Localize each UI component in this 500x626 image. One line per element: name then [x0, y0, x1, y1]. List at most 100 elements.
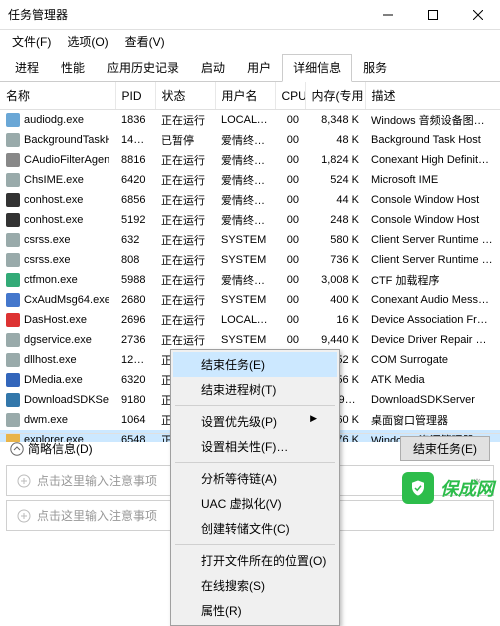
cell: 正在运行	[155, 310, 215, 330]
cell: 桌面窗口管理器	[365, 410, 500, 430]
context-menu-item[interactable]: 分析等待链(A)	[173, 466, 337, 491]
column-header[interactable]: 内存(专用…	[305, 82, 365, 110]
menu-separator	[175, 405, 335, 406]
tab-6[interactable]: 服务	[352, 54, 398, 81]
context-menu-item[interactable]: 属性(R)	[173, 598, 337, 623]
column-header[interactable]: PID	[115, 82, 155, 110]
cell: COM Surrogate	[365, 350, 500, 370]
maximize-button[interactable]	[410, 0, 455, 30]
tab-2[interactable]: 应用历史记录	[96, 54, 190, 81]
cell: 正在运行	[155, 110, 215, 131]
close-button[interactable]	[455, 0, 500, 30]
process-name: conhost.exe	[24, 194, 83, 206]
table-row[interactable]: DasHost.exe2696正在运行LOCAL SE…0016 KDevice…	[0, 310, 500, 330]
cell: 已暂停	[155, 130, 215, 150]
cell: 8,348 K	[305, 110, 365, 131]
fewer-details-label: 简略信息(D)	[28, 440, 93, 457]
cell: csrss.exe	[0, 230, 115, 250]
cell: 00	[275, 170, 305, 190]
cell: 爱情终究…	[215, 190, 275, 210]
cell: 爱情终究…	[215, 270, 275, 290]
process-icon	[6, 413, 20, 427]
window-title: 任务管理器	[8, 6, 68, 23]
context-menu-item[interactable]: 结束任务(E)	[173, 352, 337, 377]
table-row[interactable]: ChsIME.exe6420正在运行爱情终究…00524 KMicrosoft …	[0, 170, 500, 190]
cell: 12152	[115, 350, 155, 370]
process-icon	[6, 173, 20, 187]
table-row[interactable]: conhost.exe6856正在运行爱情终究…0044 KConsole Wi…	[0, 190, 500, 210]
tab-4[interactable]: 用户	[236, 54, 282, 81]
tab-strip: 进程性能应用历史记录启动用户详细信息服务	[0, 54, 500, 82]
process-name: CAudioFilterAgent…	[24, 154, 109, 166]
cell: 爱情终究…	[215, 170, 275, 190]
column-header[interactable]: 用户名	[215, 82, 275, 110]
column-header[interactable]: 状态	[155, 82, 215, 110]
process-name: audiodg.exe	[24, 114, 84, 126]
cell: 00	[275, 290, 305, 310]
process-icon	[6, 293, 20, 307]
cell: 正在运行	[155, 330, 215, 350]
cell: 2736	[115, 330, 155, 350]
process-icon	[6, 153, 20, 167]
cell: DasHost.exe	[0, 310, 115, 330]
cell: ATK Media	[365, 370, 500, 390]
cell: 爱情终究…	[215, 150, 275, 170]
cell: 808	[115, 250, 155, 270]
cell: 00	[275, 310, 305, 330]
process-name: DownloadSDKServ…	[24, 394, 109, 406]
tab-5[interactable]: 详细信息	[282, 54, 352, 82]
table-row[interactable]: conhost.exe5192正在运行爱情终究…00248 KConsole W…	[0, 210, 500, 230]
menu-item[interactable]: 文件(F)	[4, 31, 59, 52]
menu-bar: 文件(F)选项(O)查看(V)	[0, 30, 500, 52]
cell: 1836	[115, 110, 155, 131]
cell: DownloadSDKServ…	[0, 390, 115, 410]
fewer-details[interactable]: 简略信息(D)	[10, 440, 93, 457]
cell: Device Association Fr…	[365, 310, 500, 330]
minimize-button[interactable]	[365, 0, 410, 30]
cell: 00	[275, 110, 305, 131]
column-header[interactable]: 描述	[365, 82, 500, 110]
column-header[interactable]: 名称	[0, 82, 115, 110]
context-menu-item[interactable]: 打开文件所在的位置(O)	[173, 548, 337, 573]
context-menu-item[interactable]: 设置优先级(P)▶	[173, 409, 337, 434]
table-row[interactable]: ctfmon.exe5988正在运行爱情终究…003,008 KCTF 加载程序	[0, 270, 500, 290]
context-menu: 结束任务(E)结束进程树(T) 设置优先级(P)▶设置相关性(F)… 分析等待链(A…	[170, 349, 340, 626]
table-row[interactable]: audiodg.exe1836正在运行LOCAL SE…008,348 KWin…	[0, 110, 500, 131]
cell: 1,824 K	[305, 150, 365, 170]
table-row[interactable]: csrss.exe808正在运行SYSTEM00736 KClient Serv…	[0, 250, 500, 270]
cell: dllhost.exe	[0, 350, 115, 370]
cell: 1064	[115, 410, 155, 430]
context-menu-item[interactable]: UAC 虚拟化(V)	[173, 491, 337, 516]
cell: CAudioFilterAgent…	[0, 150, 115, 170]
cell: 00	[275, 190, 305, 210]
cell: LOCAL SE…	[215, 310, 275, 330]
cell: 爱情终究…	[215, 210, 275, 230]
process-icon	[6, 333, 20, 347]
menu-item[interactable]: 选项(O)	[59, 31, 116, 52]
context-menu-item[interactable]: 结束进程树(T)	[173, 377, 337, 402]
table-row[interactable]: CxAudMsg64.exe2680正在运行SYSTEM00400 KConex…	[0, 290, 500, 310]
cell: 8816	[115, 150, 155, 170]
cell: 正在运行	[155, 210, 215, 230]
tab-3[interactable]: 启动	[190, 54, 236, 81]
cell: 爱情终究…	[215, 130, 275, 150]
process-name: csrss.exe	[24, 234, 70, 246]
cell: 248 K	[305, 210, 365, 230]
table-row[interactable]: dgservice.exe2736正在运行SYSTEM009,440 KDevi…	[0, 330, 500, 350]
process-name: BackgroundTaskH…	[24, 134, 109, 146]
cell: 9,440 K	[305, 330, 365, 350]
context-menu-item[interactable]: 创建转储文件(C)	[173, 516, 337, 541]
menu-item[interactable]: 查看(V)	[117, 31, 173, 52]
tab-0[interactable]: 进程	[4, 54, 50, 81]
context-menu-item[interactable]: 在线搜索(S)	[173, 573, 337, 598]
cell: 2680	[115, 290, 155, 310]
cell: 00	[275, 250, 305, 270]
cell: dwm.exe	[0, 410, 115, 430]
table-row[interactable]: BackgroundTaskH…14440已暂停爱情终究…0048 KBackg…	[0, 130, 500, 150]
column-header[interactable]: CPU	[275, 82, 305, 110]
table-row[interactable]: CAudioFilterAgent…8816正在运行爱情终究…001,824 K…	[0, 150, 500, 170]
context-menu-item[interactable]: 设置相关性(F)…	[173, 434, 337, 459]
tab-1[interactable]: 性能	[50, 54, 96, 81]
cell: LOCAL SE…	[215, 110, 275, 131]
table-row[interactable]: csrss.exe632正在运行SYSTEM00580 KClient Serv…	[0, 230, 500, 250]
